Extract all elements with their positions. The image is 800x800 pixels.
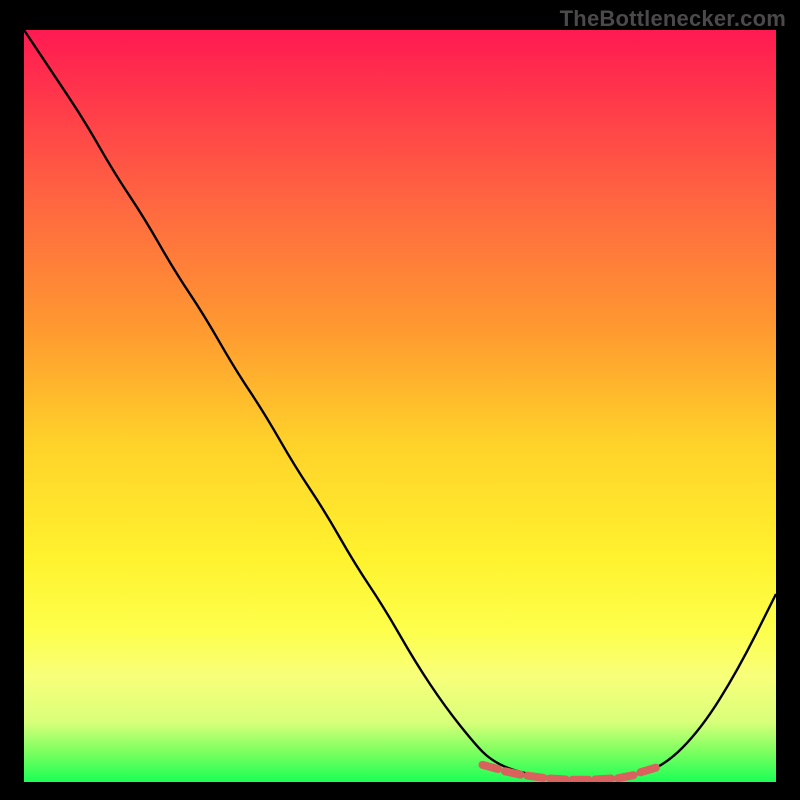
marker-dash bbox=[505, 771, 521, 774]
chart-svg bbox=[24, 30, 776, 782]
marker-dash bbox=[595, 778, 611, 779]
curve-line bbox=[24, 30, 776, 779]
marker-dash bbox=[483, 765, 498, 769]
marker-dash bbox=[527, 776, 543, 778]
plot-area bbox=[24, 30, 776, 782]
marker-dash bbox=[640, 768, 655, 773]
marker-dash bbox=[618, 775, 634, 778]
chart-frame: TheBottlenecker.com bbox=[0, 0, 800, 800]
watermark-text: TheBottlenecker.com bbox=[560, 6, 786, 32]
marker-dash bbox=[550, 778, 566, 779]
